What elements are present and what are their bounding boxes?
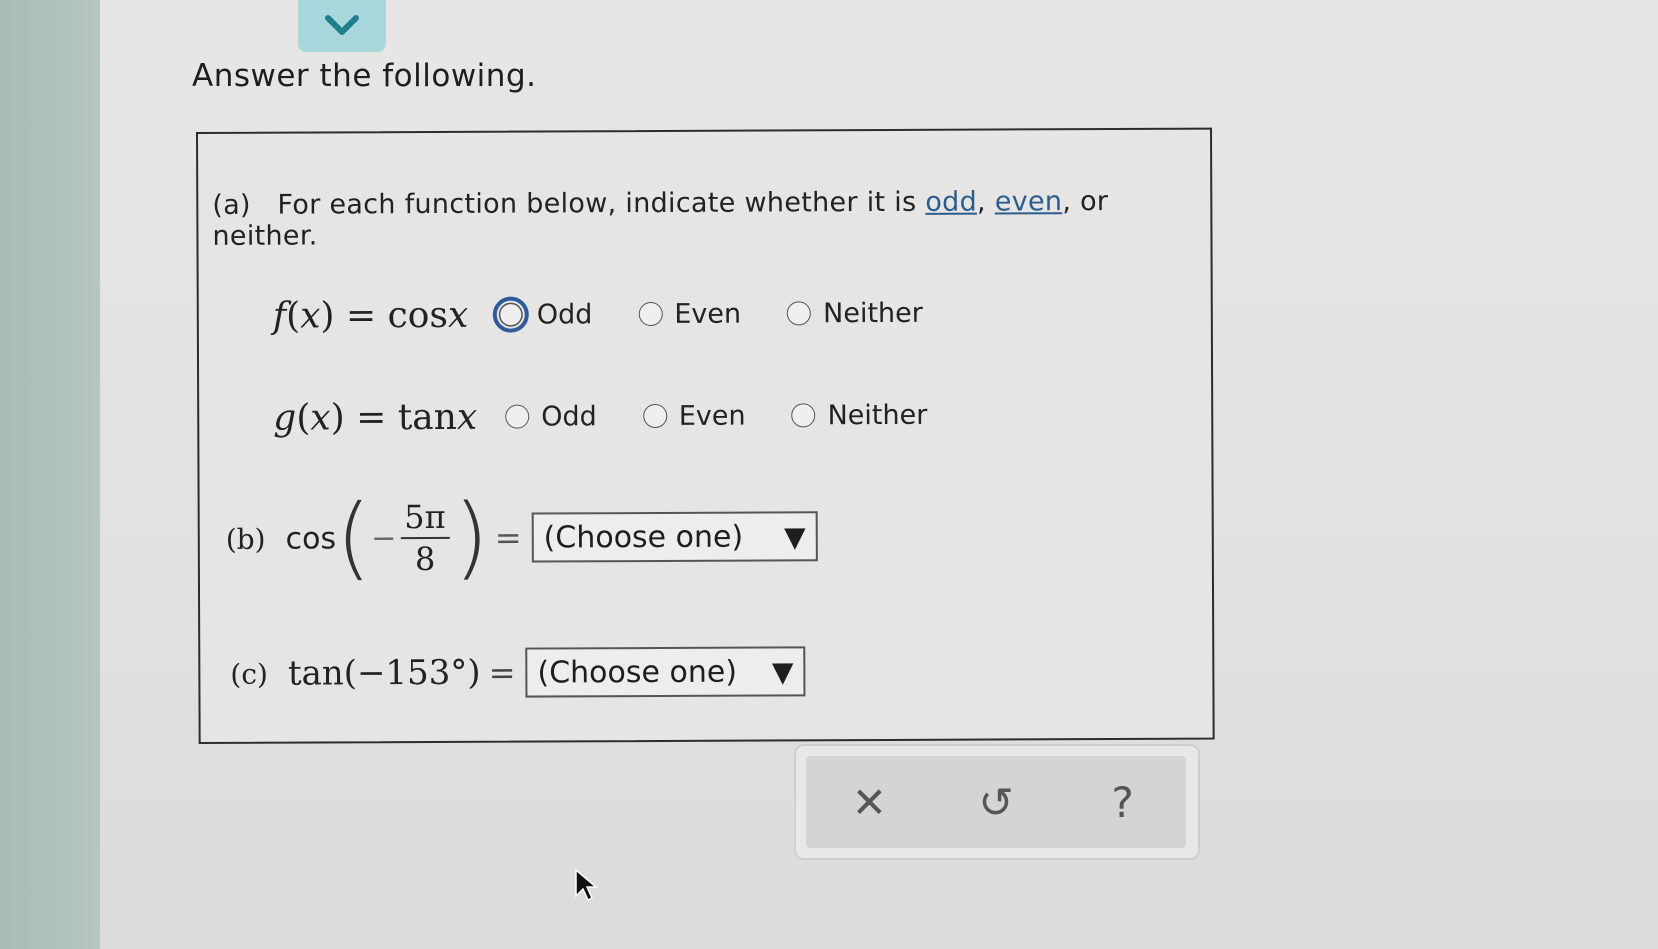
tan-expression: tan(−153°): [287, 652, 481, 694]
dropdown-arrow-icon: ▼: [784, 519, 806, 553]
part-b-dropdown[interactable]: (Choose one) ▼: [531, 511, 818, 563]
function-row-f: f(x) = cosx Odd Even Neither: [273, 283, 969, 346]
mouse-cursor-icon: [575, 868, 599, 902]
odd-link[interactable]: odd: [925, 187, 977, 218]
f-option-neither[interactable]: Neither: [787, 297, 923, 329]
clear-button[interactable]: ✕: [834, 767, 904, 837]
denominator: 8: [414, 539, 436, 579]
function-f-expression: f(x) = cosx: [272, 294, 469, 337]
part-a-prompt: (a) For each function below, indicate wh…: [212, 186, 1109, 252]
function-row-g: g(x) = tanx Odd Even Neither: [273, 385, 973, 448]
part-b-row: (b) cos ( − 5π 8 ) = (Choose one) ▼: [226, 481, 818, 594]
radio-button[interactable]: [492, 296, 529, 333]
undo-icon: ↺: [978, 777, 1014, 827]
collapse-tab[interactable]: [298, 0, 386, 52]
equals-sign: =: [488, 653, 516, 692]
g-option-even[interactable]: Even: [642, 400, 746, 431]
question-panel: (a) For each function below, indicate wh…: [196, 127, 1215, 744]
radio-button[interactable]: [505, 404, 530, 429]
toolbar-buttons: ✕ ↺ ?: [806, 756, 1186, 848]
right-paren: ): [453, 484, 490, 590]
cos-function: cos: [285, 520, 337, 557]
part-c-label: (c): [230, 657, 268, 691]
part-a-label: (a): [212, 189, 251, 221]
dropdown-arrow-icon: ▼: [771, 654, 794, 688]
f-option-odd[interactable]: Odd: [492, 296, 593, 333]
part-b-label: (b): [225, 522, 266, 556]
part-a-prompt-start: For each function below, indicate whethe…: [277, 186, 926, 221]
help-icon: ?: [1111, 777, 1134, 827]
close-icon: ✕: [851, 777, 887, 827]
f-option-even[interactable]: Even: [638, 298, 741, 329]
part-c-dropdown[interactable]: (Choose one) ▼: [525, 646, 806, 698]
dropdown-value: (Choose one): [537, 654, 738, 691]
equals-sign: =: [494, 518, 522, 557]
even-link[interactable]: even: [995, 186, 1063, 217]
dropdown-value: (Choose one): [543, 519, 744, 555]
radio-button[interactable]: [638, 301, 663, 327]
help-button[interactable]: ?: [1088, 767, 1158, 837]
radio-button[interactable]: [642, 403, 667, 429]
undo-button[interactable]: ↺: [961, 767, 1031, 837]
radio-button[interactable]: [787, 301, 812, 326]
page-title: Answer the following.: [192, 58, 537, 94]
left-paren: (: [335, 485, 372, 591]
g-option-neither[interactable]: Neither: [791, 399, 927, 431]
g-option-odd[interactable]: Odd: [505, 401, 597, 432]
part-c-row: (c) tan(−153°) = (Choose one) ▼: [230, 641, 806, 704]
function-g-expression: g(x) = tanx: [273, 396, 478, 439]
minus-sign: −: [371, 520, 397, 556]
chevron-down-icon: [325, 15, 359, 35]
radio-button[interactable]: [791, 403, 816, 428]
answer-toolbar: ✕ ↺ ?: [794, 744, 1200, 860]
numerator: 5π: [400, 496, 450, 540]
fraction: 5π 8: [400, 496, 450, 579]
